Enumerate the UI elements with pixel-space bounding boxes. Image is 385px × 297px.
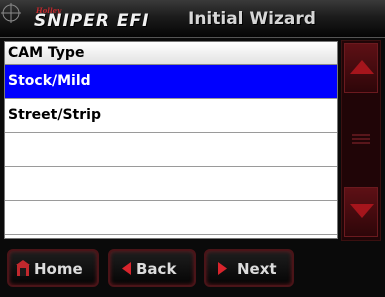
cam-type-list: CAM Type Stock/Mild Street/Strip	[4, 41, 338, 239]
home-button[interactable]: Home	[7, 249, 99, 287]
brand-logo-text: SNIPER EFI	[34, 11, 150, 31]
scrollbar[interactable]	[341, 40, 381, 241]
home-button-label: Home	[34, 260, 83, 278]
grip-lines-icon[interactable]	[350, 133, 372, 145]
triangle-up-icon	[350, 60, 374, 74]
next-button[interactable]: Next	[204, 249, 294, 287]
list-column-header: CAM Type	[5, 42, 337, 65]
next-button-label: Next	[237, 260, 277, 278]
wizard-screen: Holley SNIPER EFI Initial Wizard CAM Typ…	[0, 0, 385, 297]
scroll-up-button[interactable]	[344, 43, 378, 93]
page-title: Initial Wizard	[188, 9, 316, 29]
scroll-down-button[interactable]	[344, 187, 378, 237]
list-item[interactable]	[5, 167, 337, 201]
back-button[interactable]: Back	[108, 249, 196, 287]
brand-logo: Holley SNIPER EFI	[22, 6, 182, 34]
back-button-label: Back	[136, 260, 177, 278]
home-icon	[16, 260, 30, 276]
list-item[interactable]	[5, 201, 337, 235]
title-bar: Holley SNIPER EFI Initial Wizard	[0, 0, 385, 38]
list-item[interactable]: Street/Strip	[5, 99, 337, 133]
triangle-left-icon	[122, 262, 131, 275]
list-item[interactable]: Stock/Mild	[5, 65, 337, 99]
crosshair-icon	[1, 3, 21, 23]
triangle-down-icon	[350, 204, 374, 218]
list-item[interactable]	[5, 133, 337, 167]
triangle-right-icon	[218, 262, 227, 275]
